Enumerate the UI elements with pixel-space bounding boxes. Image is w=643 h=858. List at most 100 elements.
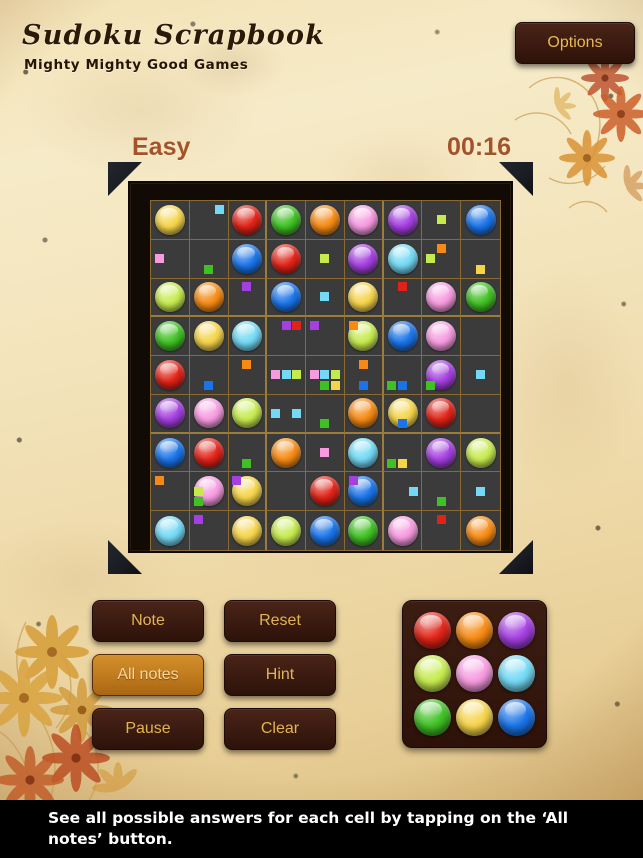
sudoku-cell[interactable] bbox=[228, 278, 268, 318]
palette-color-pink[interactable] bbox=[454, 653, 494, 694]
sudoku-cell[interactable] bbox=[344, 356, 384, 395]
palette-color-yellow[interactable] bbox=[454, 697, 494, 738]
sudoku-cell[interactable] bbox=[422, 511, 462, 550]
sudoku-cell[interactable] bbox=[383, 472, 423, 512]
sudoku-cell[interactable] bbox=[422, 239, 462, 279]
sudoku-cell[interactable] bbox=[422, 201, 462, 240]
sudoku-cell[interactable] bbox=[267, 511, 307, 550]
sudoku-cell[interactable] bbox=[422, 472, 462, 512]
sudoku-cell[interactable] bbox=[461, 278, 500, 318]
sudoku-cell[interactable] bbox=[344, 201, 384, 240]
note-slot bbox=[242, 370, 252, 381]
sudoku-cell[interactable] bbox=[461, 472, 500, 512]
sudoku-cell[interactable] bbox=[383, 433, 423, 473]
sudoku-cell[interactable] bbox=[151, 511, 190, 550]
sudoku-cell[interactable] bbox=[306, 472, 345, 512]
sudoku-cell[interactable] bbox=[189, 511, 229, 550]
sudoku-cell[interactable] bbox=[383, 239, 423, 279]
sudoku-cell[interactable] bbox=[228, 317, 268, 357]
sudoku-cell[interactable] bbox=[151, 394, 190, 434]
sudoku-cell[interactable] bbox=[228, 356, 268, 395]
sudoku-cell[interactable] bbox=[461, 394, 500, 434]
sudoku-cell[interactable] bbox=[228, 201, 268, 240]
clear-button[interactable]: Clear bbox=[224, 708, 336, 750]
palette-color-lime[interactable] bbox=[412, 653, 452, 694]
sudoku-cell[interactable] bbox=[151, 201, 190, 240]
sudoku-cell[interactable] bbox=[383, 394, 423, 434]
sudoku-cell[interactable] bbox=[422, 433, 462, 473]
sudoku-cell[interactable] bbox=[151, 356, 190, 395]
sudoku-cell[interactable] bbox=[422, 394, 462, 434]
sudoku-cell[interactable] bbox=[228, 239, 268, 279]
sudoku-cell[interactable] bbox=[306, 356, 345, 395]
options-button[interactable]: Options bbox=[515, 22, 635, 64]
sudoku-cell[interactable] bbox=[344, 317, 384, 357]
sudoku-cell[interactable] bbox=[267, 317, 307, 357]
sudoku-cell[interactable] bbox=[422, 356, 462, 395]
sudoku-cell[interactable] bbox=[189, 394, 229, 434]
sudoku-cell[interactable] bbox=[267, 394, 307, 434]
sudoku-cell[interactable] bbox=[306, 278, 345, 318]
sudoku-cell[interactable] bbox=[189, 433, 229, 473]
sudoku-cell[interactable] bbox=[151, 433, 190, 473]
palette-color-purple[interactable] bbox=[497, 610, 537, 651]
sudoku-cell[interactable] bbox=[267, 472, 307, 512]
sudoku-cell[interactable] bbox=[306, 394, 345, 434]
sudoku-cell[interactable] bbox=[422, 278, 462, 318]
sudoku-cell[interactable] bbox=[228, 433, 268, 473]
sudoku-cell[interactable] bbox=[267, 356, 307, 395]
sudoku-cell[interactable] bbox=[344, 278, 384, 318]
sudoku-cell[interactable] bbox=[344, 472, 384, 512]
sudoku-cell[interactable] bbox=[151, 239, 190, 279]
sudoku-cell[interactable] bbox=[151, 317, 190, 357]
sudoku-cell[interactable] bbox=[228, 511, 268, 550]
palette-color-cyan[interactable] bbox=[497, 653, 537, 694]
sudoku-cell[interactable] bbox=[461, 356, 500, 395]
palette-color-green[interactable] bbox=[412, 697, 452, 738]
sudoku-cell[interactable] bbox=[189, 356, 229, 395]
sudoku-cell[interactable] bbox=[383, 511, 423, 550]
sudoku-cell[interactable] bbox=[267, 239, 307, 279]
sudoku-cell[interactable] bbox=[267, 433, 307, 473]
sudoku-cell[interactable] bbox=[306, 201, 345, 240]
sudoku-cell[interactable] bbox=[151, 472, 190, 512]
sudoku-cell[interactable] bbox=[189, 201, 229, 240]
sudoku-cell[interactable] bbox=[306, 239, 345, 279]
sudoku-cell[interactable] bbox=[461, 239, 500, 279]
hint-button[interactable]: Hint bbox=[224, 654, 336, 696]
sudoku-cell[interactable] bbox=[422, 317, 462, 357]
sudoku-cell[interactable] bbox=[344, 511, 384, 550]
sudoku-cell[interactable] bbox=[306, 433, 345, 473]
sudoku-cell[interactable] bbox=[383, 278, 423, 318]
sudoku-cell[interactable] bbox=[189, 278, 229, 318]
sudoku-cell[interactable] bbox=[306, 317, 345, 357]
sudoku-cell[interactable] bbox=[151, 278, 190, 318]
sudoku-cell[interactable] bbox=[228, 394, 268, 434]
sudoku-cell[interactable] bbox=[189, 472, 229, 512]
sudoku-cell[interactable] bbox=[267, 278, 307, 318]
color-palette[interactable] bbox=[402, 600, 547, 748]
reset-button[interactable]: Reset bbox=[224, 600, 336, 642]
sudoku-cell[interactable] bbox=[189, 317, 229, 357]
sudoku-cell[interactable] bbox=[344, 239, 384, 279]
palette-color-red[interactable] bbox=[412, 610, 452, 651]
sudoku-cell[interactable] bbox=[461, 201, 500, 240]
sudoku-cell[interactable] bbox=[306, 511, 345, 550]
sudoku-cell[interactable] bbox=[461, 433, 500, 473]
sudoku-cell[interactable] bbox=[344, 394, 384, 434]
sudoku-cell[interactable] bbox=[461, 317, 500, 357]
sudoku-board[interactable] bbox=[150, 200, 501, 551]
sudoku-cell[interactable] bbox=[228, 472, 268, 512]
sudoku-cell[interactable] bbox=[267, 201, 307, 240]
sudoku-cell[interactable] bbox=[189, 239, 229, 279]
palette-color-orange[interactable] bbox=[454, 610, 494, 651]
note-button[interactable]: Note bbox=[92, 600, 204, 642]
sudoku-cell[interactable] bbox=[461, 511, 500, 550]
sudoku-cell[interactable] bbox=[383, 201, 423, 240]
sudoku-cell[interactable] bbox=[383, 317, 423, 357]
palette-color-blue[interactable] bbox=[497, 697, 537, 738]
pause-button[interactable]: Pause bbox=[92, 708, 204, 750]
sudoku-cell[interactable] bbox=[344, 433, 384, 473]
sudoku-cell[interactable] bbox=[383, 356, 423, 395]
all-notes-button[interactable]: All notes bbox=[92, 654, 204, 696]
